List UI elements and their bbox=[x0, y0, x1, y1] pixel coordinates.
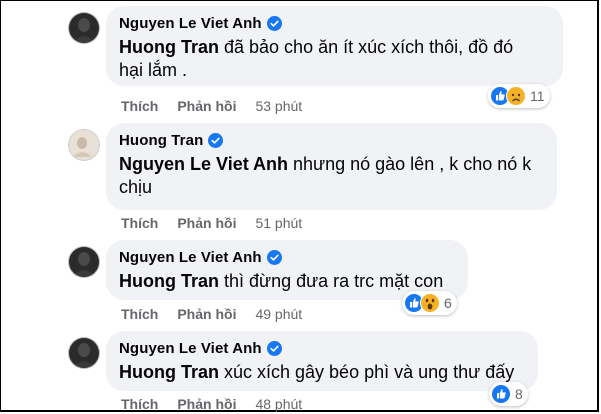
comment-text-line: xúc xích gây béo phì và ung thư đấy bbox=[219, 362, 515, 382]
comment-text: Huong Tran xúc xích gây béo phì và ung t… bbox=[119, 361, 526, 384]
avatar[interactable] bbox=[68, 12, 100, 44]
sad-icon bbox=[506, 86, 526, 106]
avatar[interactable] bbox=[68, 337, 100, 369]
mention-link[interactable]: Huong Tran bbox=[119, 271, 219, 291]
comment-timestamp[interactable]: 53 phút bbox=[255, 98, 302, 114]
avatar[interactable] bbox=[68, 246, 100, 278]
comment-actions: Thích Phản hồi 49 phút bbox=[121, 306, 302, 322]
verified-badge-icon bbox=[266, 249, 282, 265]
comment-text-line: chịu bbox=[119, 177, 153, 197]
mention-link[interactable]: Huong Tran bbox=[119, 37, 219, 57]
comment-text-line: nhưng nó gào lên , k cho nó k bbox=[288, 154, 532, 174]
comment-bubble: Nguyen Le Viet Anh Huong Tran xúc xích g… bbox=[106, 331, 538, 391]
comment-actions: Thích Phản hồi 48 phút bbox=[121, 396, 302, 412]
reply-button[interactable]: Phản hồi bbox=[177, 215, 236, 231]
comment-bubble: Huong Tran Nguyen Le Viet Anh nhưng nó g… bbox=[106, 123, 557, 210]
like-button[interactable]: Thích bbox=[121, 306, 158, 322]
like-button[interactable]: Thích bbox=[121, 396, 158, 412]
comment-author[interactable]: Nguyen Le Viet Anh bbox=[119, 340, 262, 357]
reaction-summary[interactable]: 11 bbox=[488, 84, 550, 108]
comment-author[interactable]: Nguyen Le Viet Anh bbox=[119, 15, 262, 32]
like-icon bbox=[491, 384, 511, 404]
comment-text-line: thì đừng đưa ra trc mặt con bbox=[219, 271, 444, 291]
like-button[interactable]: Thích bbox=[121, 215, 158, 231]
comment-author[interactable]: Nguyen Le Viet Anh bbox=[119, 249, 262, 266]
verified-badge-icon bbox=[266, 340, 282, 356]
comment-text: Huong Tran thì đừng đưa ra trc mặt con bbox=[119, 270, 456, 293]
comment-author[interactable]: Huong Tran bbox=[119, 132, 203, 149]
like-button[interactable]: Thích bbox=[121, 98, 158, 114]
comment-timestamp[interactable]: 48 phút bbox=[255, 396, 302, 412]
comment-text-line: hại lắm . bbox=[119, 60, 188, 80]
reply-button[interactable]: Phản hồi bbox=[177, 396, 236, 412]
comment-text-line: đã bảo cho ăn ít xúc xích thôi, đồ đó bbox=[219, 37, 514, 57]
verified-badge-icon bbox=[208, 132, 224, 148]
reaction-count: 6 bbox=[444, 295, 452, 311]
comment-bubble: Nguyen Le Viet Anh Huong Tran đã bảo cho… bbox=[106, 6, 563, 86]
comment-timestamp[interactable]: 51 phút bbox=[255, 215, 302, 231]
reaction-count: 11 bbox=[530, 88, 545, 104]
comment-text: Nguyen Le Viet Anh nhưng nó gào lên , k … bbox=[119, 153, 545, 199]
mention-link[interactable]: Huong Tran bbox=[119, 362, 219, 382]
comment-text: Huong Tran đã bảo cho ăn ít xúc xích thô… bbox=[119, 36, 551, 82]
wow-icon bbox=[420, 293, 440, 313]
comment-actions: Thích Phản hồi 51 phút bbox=[121, 215, 302, 231]
avatar[interactable] bbox=[68, 129, 100, 161]
reaction-summary[interactable]: 8 bbox=[489, 382, 528, 406]
mention-link[interactable]: Nguyen Le Viet Anh bbox=[119, 154, 288, 174]
comment-timestamp[interactable]: 49 phút bbox=[255, 306, 302, 322]
verified-badge-icon bbox=[266, 15, 282, 31]
comment-actions: Thích Phản hồi 53 phút bbox=[121, 98, 302, 114]
reaction-summary[interactable]: 6 bbox=[402, 291, 457, 315]
reaction-count: 8 bbox=[515, 386, 523, 402]
reply-button[interactable]: Phản hồi bbox=[177, 98, 236, 114]
reply-button[interactable]: Phản hồi bbox=[177, 306, 236, 322]
